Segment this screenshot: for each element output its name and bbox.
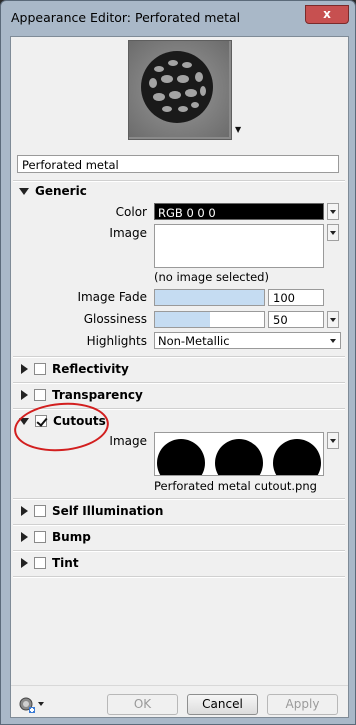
section-reflectivity-header[interactable]: Reflectivity bbox=[19, 360, 129, 378]
generic-image-dropdown-button[interactable] bbox=[327, 224, 339, 241]
glossiness-dropdown-button[interactable] bbox=[327, 311, 339, 328]
tint-checkbox[interactable] bbox=[34, 557, 46, 569]
window-title: Appearance Editor: Perforated metal bbox=[11, 10, 241, 25]
image-fade-slider-fill bbox=[155, 290, 264, 305]
section-transparency-header[interactable]: Transparency bbox=[19, 386, 143, 404]
transparency-checkbox[interactable] bbox=[34, 389, 46, 401]
section-bump-header[interactable]: Bump bbox=[19, 528, 91, 546]
expand-right-icon[interactable] bbox=[21, 506, 28, 516]
divider bbox=[13, 550, 345, 552]
add-appearance-icon[interactable] bbox=[19, 697, 35, 713]
section-bump-label: Bump bbox=[52, 530, 91, 544]
color-dropdown-button[interactable] bbox=[327, 203, 339, 220]
highlights-select[interactable]: Non-Metallic bbox=[154, 332, 341, 349]
divider bbox=[13, 576, 345, 578]
highlights-label: Highlights bbox=[86, 334, 147, 348]
editor-panel: ▼ Perforated metal Generic Color RGB 0 0… bbox=[10, 36, 349, 718]
expand-right-icon[interactable] bbox=[21, 532, 28, 542]
color-swatch[interactable]: RGB 0 0 0 bbox=[154, 203, 324, 220]
image-label: Image bbox=[109, 226, 147, 240]
expand-right-icon[interactable] bbox=[21, 390, 28, 400]
bump-checkbox[interactable] bbox=[34, 531, 46, 543]
expand-down-icon[interactable] bbox=[19, 187, 29, 195]
preview-options-dropdown-icon[interactable]: ▼ bbox=[235, 125, 241, 134]
no-image-text: (no image selected) bbox=[154, 270, 269, 284]
glossiness-slider-fill bbox=[155, 312, 210, 327]
title-bar: Appearance Editor: Perforated metal x bbox=[1, 1, 355, 35]
apply-button[interactable]: Apply bbox=[267, 694, 338, 715]
add-appearance-dropdown-icon[interactable] bbox=[38, 702, 44, 706]
generic-image-slot[interactable] bbox=[154, 224, 324, 268]
section-tint-header[interactable]: Tint bbox=[19, 554, 79, 572]
cutout-image-dropdown-button[interactable] bbox=[327, 432, 339, 449]
material-name-field[interactable]: Perforated metal bbox=[17, 155, 339, 173]
section-transparency-label: Transparency bbox=[52, 388, 143, 402]
appearance-editor-window: Appearance Editor: Perforated metal x ▼ … bbox=[0, 0, 356, 725]
section-generic-label: Generic bbox=[35, 184, 87, 198]
reflectivity-checkbox[interactable] bbox=[34, 363, 46, 375]
image-fade-input[interactable]: 100 bbox=[268, 289, 324, 306]
section-self-illumination-label: Self Illumination bbox=[52, 504, 164, 518]
divider bbox=[13, 498, 345, 500]
self-illumination-checkbox[interactable] bbox=[34, 505, 46, 517]
glossiness-slider[interactable] bbox=[154, 311, 265, 328]
cancel-button[interactable]: Cancel bbox=[187, 694, 258, 715]
color-label: Color bbox=[115, 205, 147, 219]
close-button[interactable]: x bbox=[305, 5, 349, 24]
divider bbox=[13, 524, 345, 526]
glossiness-label: Glossiness bbox=[83, 312, 147, 326]
cutout-image-label: Image bbox=[109, 434, 147, 448]
image-fade-slider[interactable] bbox=[154, 289, 265, 306]
section-self-illumination-header[interactable]: Self Illumination bbox=[19, 502, 163, 520]
section-tint-label: Tint bbox=[52, 556, 79, 570]
glossiness-input[interactable]: 50 bbox=[268, 311, 324, 328]
image-fade-label: Image Fade bbox=[77, 290, 147, 304]
section-reflectivity-label: Reflectivity bbox=[52, 362, 129, 376]
section-generic-header[interactable]: Generic bbox=[19, 182, 87, 200]
expand-right-icon[interactable] bbox=[21, 364, 28, 374]
cutout-file-name: Perforated metal cutout.png bbox=[154, 479, 317, 493]
divider bbox=[13, 356, 345, 358]
divider bbox=[13, 382, 345, 384]
ok-button[interactable]: OK bbox=[107, 694, 178, 715]
material-preview[interactable] bbox=[128, 40, 232, 140]
cutout-image-slot[interactable] bbox=[154, 432, 324, 476]
expand-right-icon[interactable] bbox=[21, 558, 28, 568]
